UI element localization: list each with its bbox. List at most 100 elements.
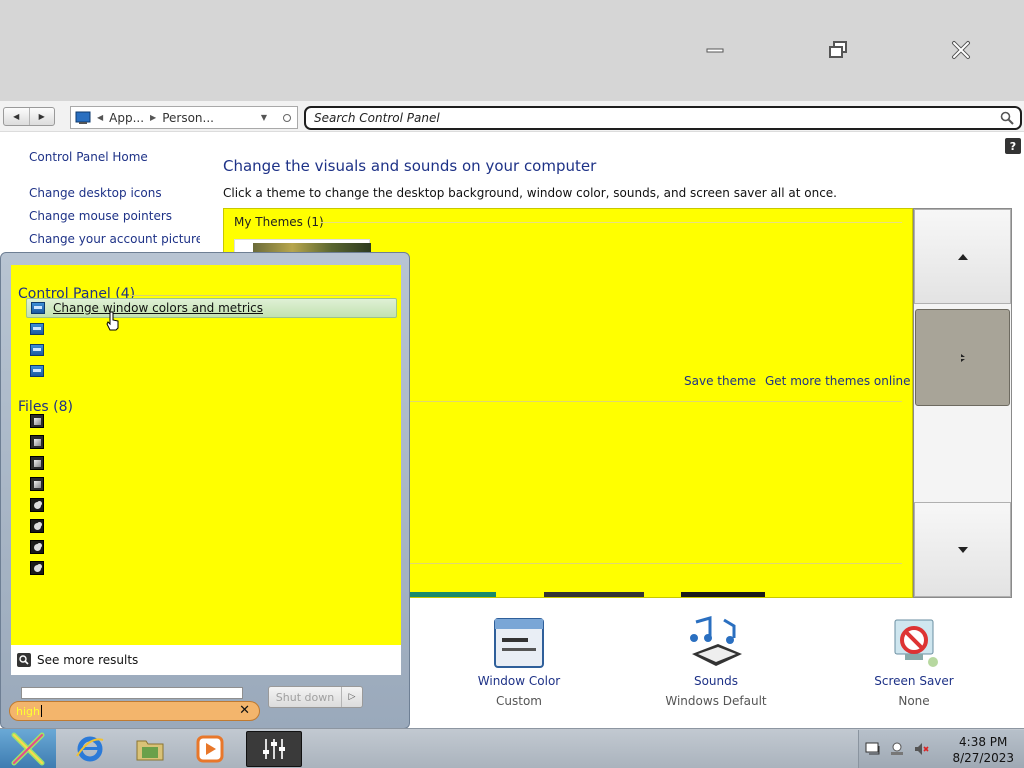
system-tray: 4:38 PM 8/27/2023 (858, 730, 1024, 768)
change-desktop-icons-link[interactable]: Change desktop icons (29, 186, 162, 200)
restore-icon (829, 41, 847, 58)
control-panel-result[interactable] (26, 340, 397, 360)
help-icon[interactable]: ? (1005, 138, 1021, 154)
sounds-icon (690, 616, 742, 666)
search-icon[interactable] (1000, 111, 1014, 125)
arrow-up-icon (957, 253, 968, 260)
search-field-frame (21, 687, 243, 699)
close-icon (952, 41, 970, 59)
media-player-icon (196, 735, 224, 763)
clock-time: 4:38 PM (959, 735, 1008, 749)
start-button[interactable] (0, 729, 56, 768)
result-change-window-colors[interactable]: Change window colors and metrics (26, 298, 397, 331)
control-panel-result[interactable] (26, 319, 397, 339)
control-panel-home-link[interactable]: Control Panel Home (29, 150, 148, 164)
back-button[interactable]: ◀ (4, 108, 30, 125)
taskbar: 4:38 PM 8/27/2023 (0, 728, 1024, 768)
page-description: Click a theme to change the desktop back… (223, 186, 837, 200)
taskbar-control-panel-app[interactable] (246, 731, 302, 767)
action-center-icon[interactable] (865, 741, 881, 757)
clear-search-icon[interactable]: ✕ (239, 703, 250, 718)
network-icon[interactable] (889, 741, 905, 757)
change-mouse-pointers-link[interactable]: Change mouse pointers (29, 209, 172, 223)
vertical-scrollbar[interactable] (913, 208, 1012, 598)
screen-saver-label: Screen Saver (874, 674, 954, 688)
scroll-down-button[interactable] (914, 502, 1011, 597)
folder-icon (136, 740, 164, 761)
see-more-results-label: See more results (37, 653, 139, 667)
settings-file-icon (30, 540, 44, 554)
minimize-icon (706, 48, 724, 53)
divider (130, 295, 390, 296)
control-panel-icon (30, 323, 44, 335)
shutdown-button[interactable]: Shut down (269, 687, 342, 707)
file-result[interactable] (26, 432, 397, 452)
control-panel-result[interactable] (26, 361, 397, 381)
taskbar-windows-explorer[interactable] (122, 731, 178, 767)
theme-preview-strip (681, 592, 765, 597)
control-panel-icon (30, 344, 44, 356)
divider (320, 222, 902, 223)
window-color-item[interactable]: Window Color Custom (449, 616, 589, 708)
image-file-icon (30, 456, 44, 470)
get-more-themes-link[interactable]: Get more themes online (765, 374, 911, 388)
start-menu: Control Panel (4) Change window colors a… (0, 252, 410, 729)
address-toolbar: ◀ ▶ ◀ App... ▶ Person... ▼ Search Contro… (0, 101, 1024, 132)
close-button[interactable] (943, 36, 979, 64)
search-icon (17, 653, 31, 667)
start-search-input[interactable]: high ✕ (9, 701, 260, 721)
chevron-down-icon[interactable]: ▼ (261, 113, 267, 122)
breadcrumb-separator-icon: ◀ (97, 113, 104, 122)
file-result[interactable] (26, 558, 397, 578)
text-caret (40, 705, 42, 717)
restore-button[interactable] (820, 36, 856, 64)
file-result[interactable] (26, 453, 397, 473)
save-theme-link[interactable]: Save theme (684, 374, 756, 388)
shutdown-options-chevron-icon[interactable]: ▷ (342, 687, 362, 707)
internet-explorer-icon (76, 736, 104, 762)
control-panel-icon (75, 111, 91, 124)
window-titlebar (0, 0, 1024, 101)
screen-saver-item[interactable]: Screen Saver None (844, 616, 984, 708)
breadcrumb-separator-icon: ▶ (150, 113, 157, 122)
taskbar-internet-explorer[interactable] (62, 731, 118, 767)
image-file-icon (30, 414, 44, 428)
search-input[interactable]: Search Control Panel (304, 106, 1022, 130)
windows-logo-icon (11, 732, 45, 766)
settings-file-icon (30, 561, 44, 575)
image-file-icon (30, 477, 44, 491)
file-result[interactable] (26, 411, 397, 431)
sliders-icon (263, 739, 285, 759)
search-results-pane: Control Panel (4) Change window colors a… (11, 265, 401, 645)
scroll-up-button[interactable] (914, 209, 1011, 304)
file-result[interactable] (26, 474, 397, 494)
breadcrumb-item[interactable]: Person... (162, 111, 214, 125)
minimize-button[interactable] (697, 36, 733, 64)
clock[interactable]: 4:38 PM 8/27/2023 (952, 734, 1014, 766)
breadcrumb-item[interactable]: App... (109, 111, 144, 125)
clock-date: 8/27/2023 (952, 751, 1014, 765)
taskbar-media-player[interactable] (182, 731, 238, 767)
file-result[interactable] (26, 495, 397, 515)
file-result[interactable] (26, 516, 397, 536)
change-account-picture-link[interactable]: Change your account picture (29, 232, 203, 246)
refresh-icon[interactable] (283, 113, 291, 122)
breadcrumb[interactable]: ◀ App... ▶ Person... ▼ (70, 106, 298, 129)
image-file-icon (30, 435, 44, 449)
settings-file-icon (30, 519, 44, 533)
nav-buttons: ◀ ▶ (3, 107, 55, 126)
scroll-thumb[interactable] (915, 309, 1010, 406)
sounds-value: Windows Default (665, 694, 767, 708)
sounds-item[interactable]: Sounds Windows Default (646, 616, 786, 708)
see-more-results-link[interactable]: See more results (11, 645, 401, 675)
volume-muted-icon[interactable] (913, 741, 929, 757)
theme-preview-strip (544, 592, 644, 597)
window-color-icon (494, 618, 544, 668)
control-panel-icon (31, 302, 45, 314)
start-search-value: high (16, 704, 40, 718)
window-color-label: Window Color (477, 674, 561, 688)
forward-button[interactable]: ▶ (30, 108, 55, 125)
divider (404, 401, 902, 402)
theme-preview-strip (410, 592, 496, 597)
file-result[interactable] (26, 537, 397, 557)
